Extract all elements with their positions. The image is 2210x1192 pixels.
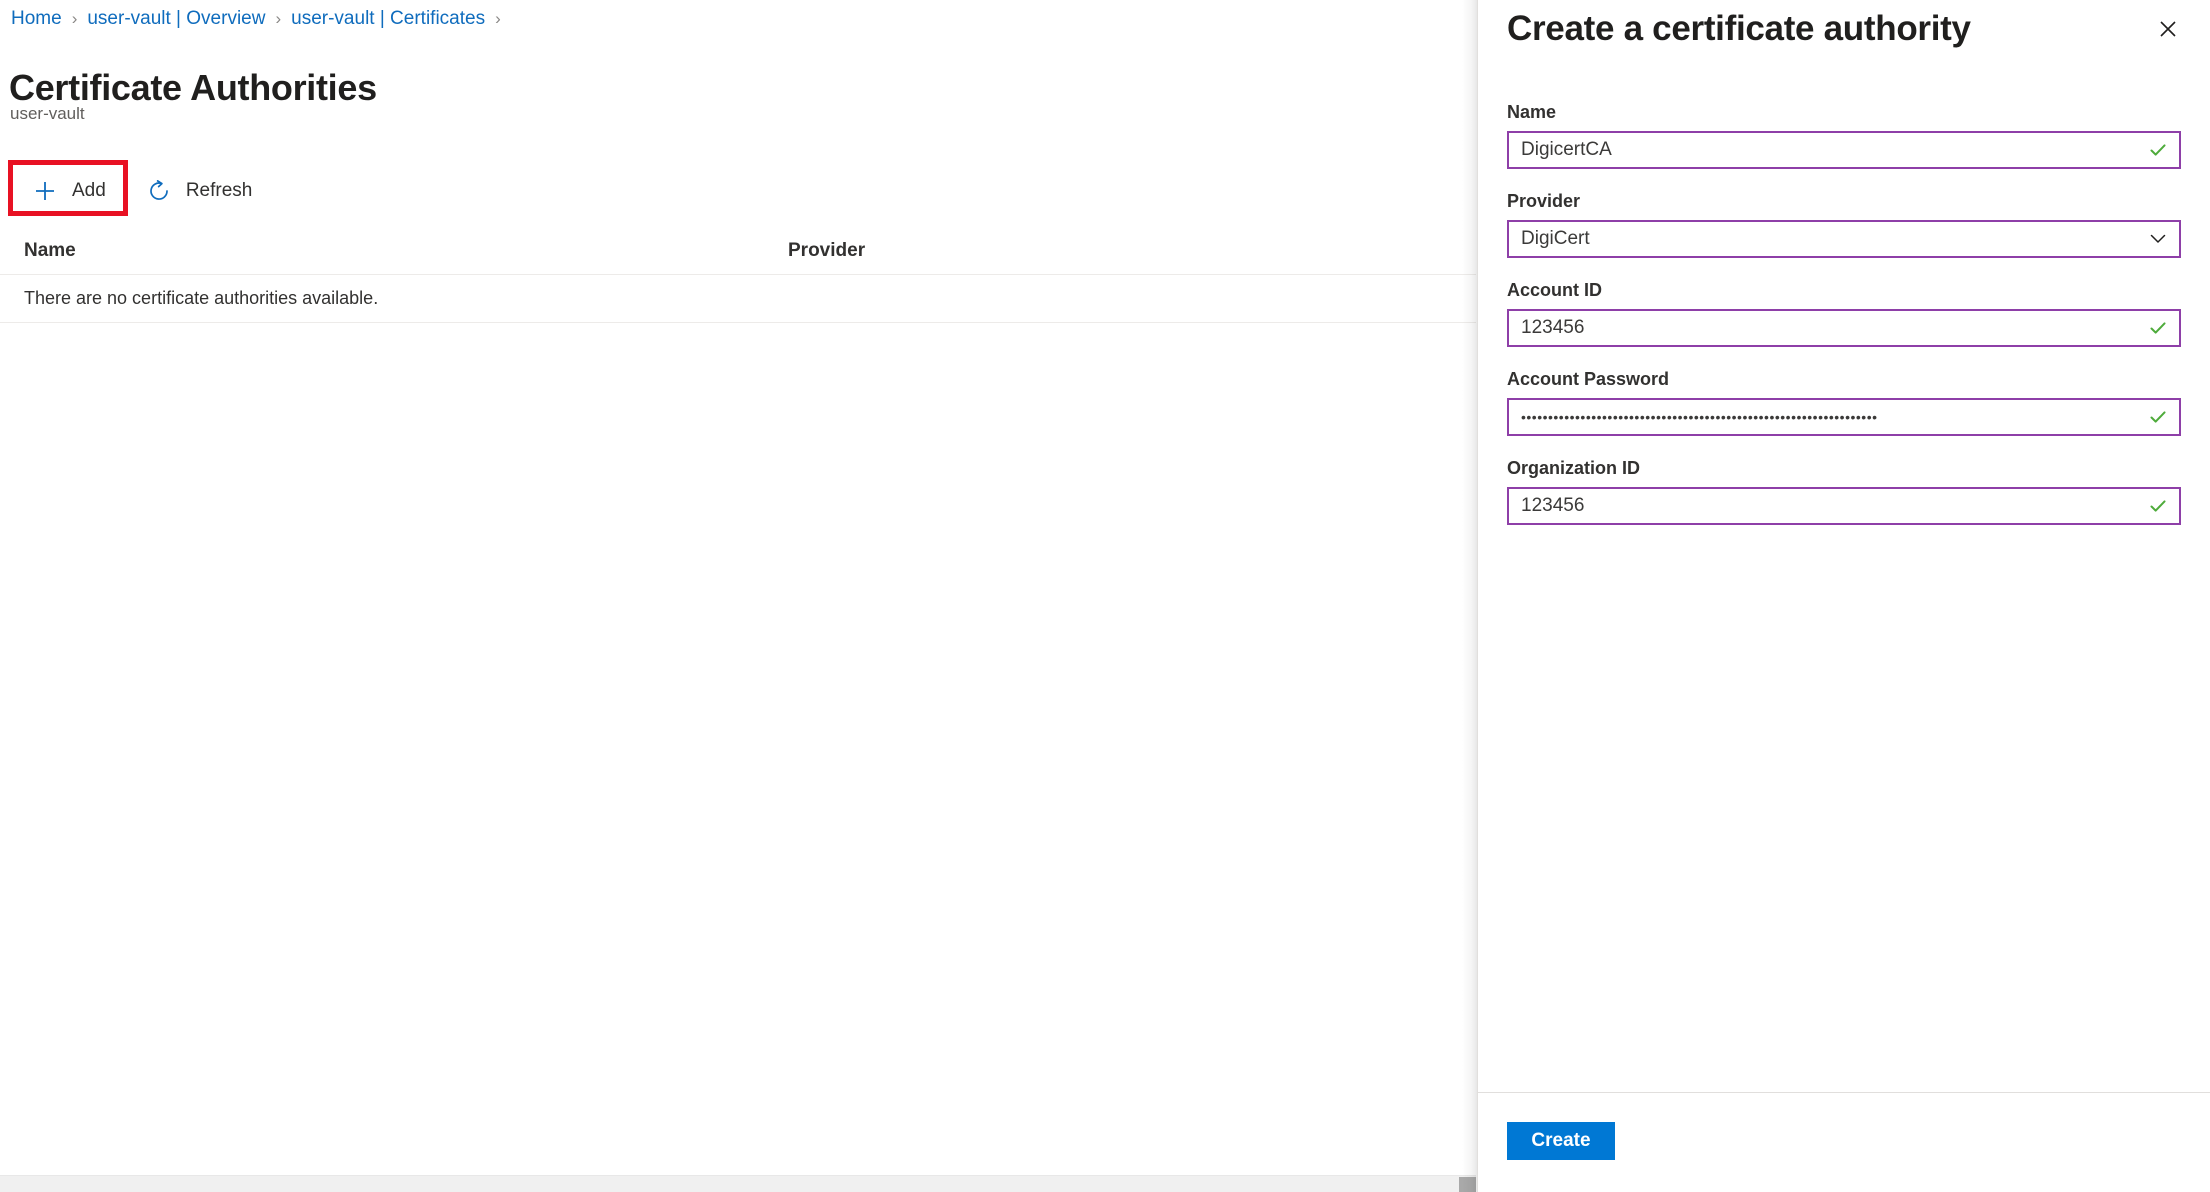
table-empty-row: There are no certificate authorities ava… bbox=[0, 275, 1476, 323]
breadcrumb: Home › user-vault | Overview › user-vaul… bbox=[10, 6, 510, 32]
refresh-icon bbox=[146, 178, 172, 204]
breadcrumb-item-overview[interactable]: user-vault | Overview bbox=[86, 8, 266, 30]
field-label-organization-id: Organization ID bbox=[1507, 458, 1641, 478]
table-empty-message: There are no certificate authorities ava… bbox=[24, 288, 379, 308]
panel-header: Create a certificate authority bbox=[1478, 0, 2210, 74]
horizontal-scrollbar[interactable] bbox=[0, 1175, 1476, 1192]
panel-title: Create a certificate authority bbox=[1507, 9, 1971, 48]
breadcrumb-item-home[interactable]: Home bbox=[10, 8, 63, 30]
checkmark-icon bbox=[2143, 402, 2173, 432]
field-label-provider: Provider bbox=[1507, 191, 1581, 211]
create-certificate-authority-panel: Create a certificate authority Name Prov… bbox=[1477, 0, 2210, 1192]
field-label-account-password: Account Password bbox=[1507, 369, 1670, 389]
account-password-input-wrapper[interactable]: ••••••••••••••••••••••••••••••••••••••••… bbox=[1507, 398, 2181, 436]
account-password-input[interactable]: ••••••••••••••••••••••••••••••••••••••••… bbox=[1509, 400, 2143, 434]
column-header-provider[interactable]: Provider bbox=[788, 240, 1188, 262]
add-button-label: Add bbox=[72, 180, 106, 201]
create-button[interactable]: Create bbox=[1507, 1122, 1615, 1160]
field-label-name: Name bbox=[1507, 102, 1557, 122]
field-provider: Provider DigiCert bbox=[1507, 189, 2181, 258]
name-input-wrapper[interactable] bbox=[1507, 131, 2181, 169]
chevron-down-icon[interactable] bbox=[2141, 222, 2175, 256]
command-bar: Add Refresh bbox=[0, 160, 1476, 222]
certificate-authority-form: Name Provider DigiCert bbox=[1478, 100, 2210, 545]
refresh-button[interactable]: Refresh bbox=[132, 169, 267, 213]
name-input[interactable] bbox=[1509, 133, 2143, 167]
page-subtitle: user-vault bbox=[10, 104, 85, 123]
refresh-button-label: Refresh bbox=[185, 180, 253, 201]
account-id-input[interactable] bbox=[1509, 311, 2143, 345]
column-header-name[interactable]: Name bbox=[10, 240, 788, 262]
horizontal-scrollbar-thumb[interactable] bbox=[1459, 1177, 1476, 1192]
provider-select-value: DigiCert bbox=[1521, 228, 1590, 249]
organization-id-input[interactable] bbox=[1509, 489, 2143, 523]
field-label-account-id: Account ID bbox=[1507, 280, 1603, 300]
breadcrumb-separator-icon: › bbox=[275, 9, 282, 28]
breadcrumb-separator-icon: › bbox=[495, 9, 501, 28]
plus-icon bbox=[32, 178, 58, 204]
field-account-id: Account ID bbox=[1507, 278, 2181, 347]
checkmark-icon bbox=[2143, 491, 2173, 521]
main-content-pane: Home › user-vault | Overview › user-vaul… bbox=[0, 0, 1476, 1192]
organization-id-input-wrapper[interactable] bbox=[1507, 487, 2181, 525]
field-organization-id: Organization ID bbox=[1507, 456, 2181, 525]
breadcrumb-item-certificates[interactable]: user-vault | Certificates bbox=[290, 8, 486, 30]
close-icon[interactable] bbox=[2146, 7, 2190, 51]
checkmark-icon bbox=[2143, 135, 2173, 165]
provider-select-wrapper[interactable]: DigiCert bbox=[1507, 220, 2181, 258]
checkmark-icon bbox=[2143, 313, 2173, 343]
account-id-input-wrapper[interactable] bbox=[1507, 309, 2181, 347]
breadcrumb-separator-icon: › bbox=[71, 9, 78, 28]
add-button[interactable]: Add bbox=[18, 169, 120, 213]
field-account-password: Account Password •••••••••••••••••••••••… bbox=[1507, 367, 2181, 436]
field-name: Name bbox=[1507, 100, 2181, 169]
table-header-row: Name Provider bbox=[0, 228, 1476, 275]
panel-footer-divider bbox=[1478, 1092, 2210, 1093]
certificate-authorities-table: Name Provider There are no certificate a… bbox=[0, 228, 1476, 323]
